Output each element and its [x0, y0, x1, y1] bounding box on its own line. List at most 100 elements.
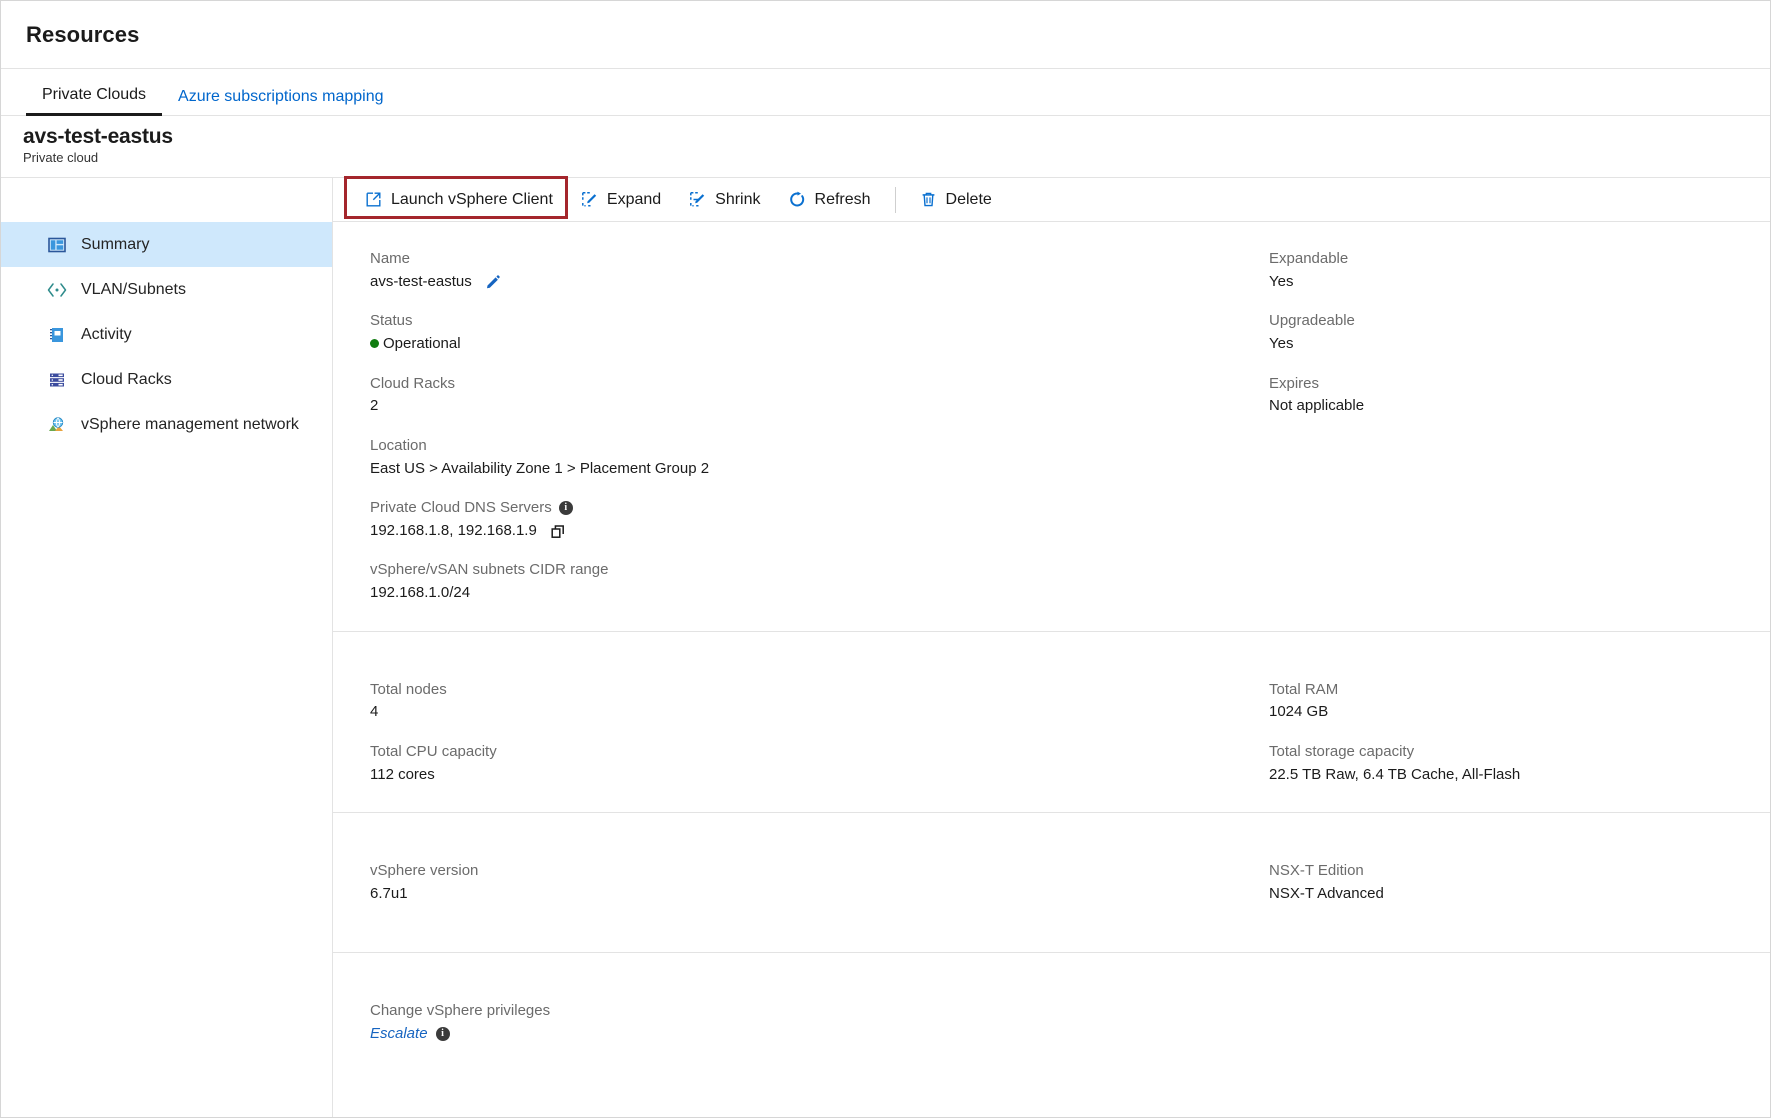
external-link-icon — [365, 191, 382, 208]
field-total-cpu: Total CPU capacity 112 cores — [370, 741, 1248, 786]
field-vsphere-version: vSphere version 6.7u1 — [370, 860, 1248, 905]
sidebar-item-vsphere-management-network[interactable]: vSphere management network — [1, 402, 332, 447]
toolbar-divider — [895, 187, 896, 213]
resource-title-bar: avs-test-eastus Private cloud — [1, 116, 1770, 178]
info-icon[interactable]: i — [559, 501, 573, 515]
field-location: Location East US > Availability Zone 1 >… — [370, 435, 1248, 480]
expand-label: Expand — [607, 191, 661, 209]
field-label: Private Cloud DNS Servers i — [370, 497, 1248, 519]
status-badge: Operational — [383, 335, 461, 352]
field-label: Location — [370, 435, 1248, 457]
field-expires: Expires Not applicable — [1269, 373, 1770, 418]
pencil-icon[interactable] — [485, 274, 501, 290]
shrink-icon — [689, 191, 706, 208]
details-section: Name avs-test-eastus Status O — [333, 222, 1770, 632]
field-label: Total nodes — [370, 679, 1248, 701]
sidebar-item-label: Summary — [81, 236, 149, 254]
code-brackets-icon — [47, 280, 67, 300]
capacity-left-column: Total nodes 4 Total CPU capacity 112 cor… — [333, 679, 1248, 787]
summary-icon — [47, 235, 67, 255]
activity-log-icon — [47, 325, 67, 345]
expand-icon — [581, 191, 598, 208]
field-value: 192.168.1.0/24 — [370, 582, 1248, 605]
field-value: East US > Availability Zone 1 > Placemen… — [370, 458, 1248, 481]
refresh-icon — [789, 191, 806, 208]
tab-bar: Private Clouds Azure subscriptions mappi… — [1, 69, 1770, 116]
field-value: Not applicable — [1269, 395, 1770, 418]
field-status: Status Operational — [370, 310, 1248, 355]
field-value: Yes — [1269, 333, 1770, 356]
versions-left-column: vSphere version 6.7u1 — [333, 860, 1248, 905]
field-value: 6.7u1 — [370, 883, 1248, 906]
field-label: Change vSphere privileges — [370, 1000, 1248, 1022]
shrink-button[interactable]: Shrink — [675, 185, 774, 215]
field-total-nodes: Total nodes 4 — [370, 679, 1248, 724]
versions-section: vSphere version 6.7u1 NSX-T Edition NSX-… — [333, 813, 1770, 953]
field-cloud-racks: Cloud Racks 2 — [370, 373, 1248, 418]
sidebar: Summary VLAN/Subnets Activity Cloud Rack… — [1, 178, 333, 1118]
sidebar-item-label: Activity — [81, 326, 132, 344]
escalate-link[interactable]: Escalate — [370, 1023, 428, 1046]
field-value: 22.5 TB Raw, 6.4 TB Cache, All-Flash — [1269, 764, 1770, 787]
resource-type: Private cloud — [23, 150, 1770, 165]
field-value: avs-test-eastus — [370, 271, 472, 294]
shrink-label: Shrink — [715, 191, 760, 209]
main-content: Launch vSphere Client Expand Shrink — [333, 178, 1770, 1118]
field-label: NSX-T Edition — [1269, 860, 1770, 882]
field-expandable: Expandable Yes — [1269, 248, 1770, 293]
capacity-section: Total nodes 4 Total CPU capacity 112 cor… — [333, 632, 1770, 814]
action-toolbar: Launch vSphere Client Expand Shrink — [333, 178, 1770, 222]
field-total-ram: Total RAM 1024 GB — [1269, 679, 1770, 724]
sidebar-item-activity[interactable]: Activity — [1, 312, 332, 357]
field-value: 1024 GB — [1269, 701, 1770, 724]
info-icon[interactable]: i — [436, 1027, 450, 1041]
field-label: Upgradeable — [1269, 310, 1770, 332]
field-value: 2 — [370, 395, 1248, 418]
sidebar-item-label: vSphere management network — [81, 416, 299, 434]
tab-private-clouds[interactable]: Private Clouds — [26, 87, 162, 116]
field-label: vSphere version — [370, 860, 1248, 882]
server-rack-icon — [47, 370, 67, 390]
expand-button[interactable]: Expand — [567, 185, 675, 215]
field-name: Name avs-test-eastus — [370, 248, 1248, 293]
field-total-storage: Total storage capacity 22.5 TB Raw, 6.4 … — [1269, 741, 1770, 786]
details-left-column: Name avs-test-eastus Status O — [333, 248, 1248, 605]
field-upgradeable: Upgradeable Yes — [1269, 310, 1770, 355]
sidebar-item-vlan-subnets[interactable]: VLAN/Subnets — [1, 267, 332, 312]
launch-vsphere-client-button[interactable]: Launch vSphere Client — [351, 185, 567, 215]
copy-icon[interactable] — [550, 523, 567, 540]
network-globe-icon — [47, 415, 67, 435]
capacity-right-column: Total RAM 1024 GB Total storage capacity… — [1248, 679, 1770, 787]
status-dot — [370, 339, 379, 348]
sidebar-item-cloud-racks[interactable]: Cloud Racks — [1, 357, 332, 402]
field-value-row: Operational — [370, 333, 1248, 356]
field-label: Total CPU capacity — [370, 741, 1248, 763]
field-value: 192.168.1.8, 192.168.1.9 — [370, 520, 537, 543]
trash-icon — [920, 191, 937, 208]
field-label: Cloud Racks — [370, 373, 1248, 395]
sidebar-item-summary[interactable]: Summary — [1, 222, 332, 267]
field-value: NSX-T Advanced — [1269, 883, 1770, 906]
field-nsxt-edition: NSX-T Edition NSX-T Advanced — [1269, 860, 1770, 905]
privileges-right-column — [1248, 1000, 1770, 1045]
versions-right-column: NSX-T Edition NSX-T Advanced — [1248, 860, 1770, 905]
app-window: Resources Private Clouds Azure subscript… — [0, 0, 1771, 1118]
field-value: 112 cores — [370, 764, 1248, 787]
refresh-button[interactable]: Refresh — [775, 185, 885, 215]
field-label: Total storage capacity — [1269, 741, 1770, 763]
resource-name: avs-test-eastus — [23, 125, 1770, 149]
sidebar-item-label: VLAN/Subnets — [81, 281, 186, 299]
delete-label: Delete — [946, 191, 992, 209]
tab-azure-subscriptions-mapping[interactable]: Azure subscriptions mapping — [162, 89, 399, 115]
field-label: Total RAM — [1269, 679, 1770, 701]
privileges-section: Change vSphere privileges Escalate i — [333, 953, 1770, 1113]
field-label-text: Private Cloud DNS Servers — [370, 497, 552, 519]
details-right-column: Expandable Yes Upgradeable Yes Expires N… — [1248, 248, 1770, 605]
body: Summary VLAN/Subnets Activity Cloud Rack… — [1, 178, 1770, 1118]
delete-button[interactable]: Delete — [906, 185, 1006, 215]
field-value-row: avs-test-eastus — [370, 271, 1248, 294]
field-label: vSphere/vSAN subnets CIDR range — [370, 559, 1248, 581]
sidebar-item-label: Cloud Racks — [81, 371, 172, 389]
field-value: Yes — [1269, 271, 1770, 294]
field-label: Expandable — [1269, 248, 1770, 270]
